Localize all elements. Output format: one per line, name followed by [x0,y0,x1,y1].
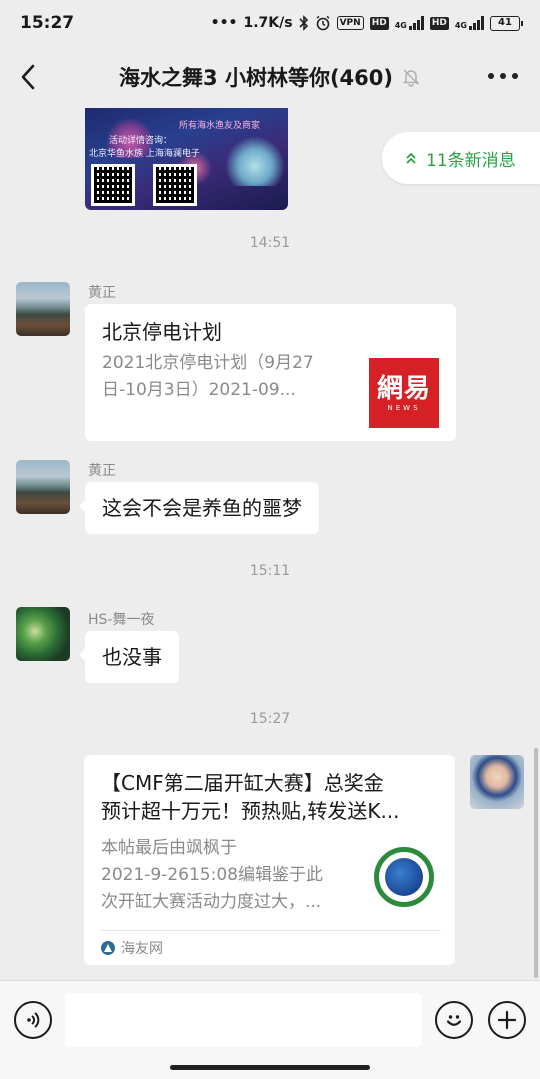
image-caption-mid: 活动详情咨询： [109,136,173,146]
avatar[interactable] [16,460,70,514]
card-source: 海友网 [101,931,163,965]
new-messages-label: 11条新消息 [426,150,516,171]
card-description: 2021北京停电计划（9月27 日-10月3日）2021-09... [102,353,314,400]
haiyou-logo [374,847,434,907]
text-message[interactable]: 也没事 [79,631,179,683]
back-button[interactable] [14,60,44,94]
text-message[interactable]: 这会不会是养鱼的噩梦 [79,482,319,534]
voice-button[interactable] [14,1001,52,1039]
source-label: 海友网 [121,941,163,957]
card-title: 北京停电计划 [102,320,222,344]
scrollbar[interactable] [534,748,538,978]
timestamp: 15:27 [249,711,291,727]
sender-name: 黄正 [88,285,116,301]
image-message[interactable]: 所有海水渔友及商家 活动详情咨询： 北京华鱼水族 上海海澜电子 [85,108,288,210]
avatar[interactable] [16,607,70,661]
emoji-button[interactable] [435,1001,473,1039]
timestamp: 14:51 [249,235,291,251]
status-time: 15:27 [20,13,75,33]
image-caption-left: 北京华鱼水族 上海海澜电子 [89,149,200,159]
qr-code-1 [91,164,135,206]
status-bar: 15:27 ••• 1.7K/s VPN HD 4G HD 4G 41 [0,0,540,46]
sender-name: 黄正 [88,463,116,479]
more-button[interactable] [488,73,518,79]
card-description: 本帖最后由飒枫于 2021-9-2615:08编辑鉴于此 次开缸大赛活动力度过大… [101,838,323,912]
chat-area[interactable]: 所有海水渔友及商家 活动详情咨询： 北京华鱼水族 上海海澜电子 11条新消息 1… [0,108,540,980]
link-card-message[interactable]: 【CMF第二届开缸大赛】总奖金 预计超十万元！预热贴,转发送K... 本帖最后由… [84,755,455,965]
voice-icon [27,1012,40,1028]
bluetooth-icon [299,15,308,31]
signal-icon-1: 4G [395,16,424,30]
mute-bell-icon [402,69,420,87]
my-avatar[interactable] [470,755,524,809]
avatar[interactable] [16,282,70,336]
plus-icon [497,1010,517,1030]
netease-news-logo: 網易 NEWS [369,358,439,428]
chevron-left-icon [21,64,35,90]
card-title: 【CMF第二届开缸大赛】总奖金 预计超十万元！预热贴,转发送K... [101,771,400,823]
network-speed: 1.7K/s [243,15,293,31]
alarm-icon [316,15,330,31]
chat-title: 海水之舞3 小树林等你(460) [60,46,480,108]
double-chevron-up-icon [406,152,416,164]
title-bar: 海水之舞3 小树林等你(460) [0,46,540,108]
home-indicator[interactable] [170,1065,370,1070]
message-input[interactable] [65,993,422,1047]
status-icons: ••• 1.7K/s VPN HD 4G HD 4G 41 [210,15,523,31]
add-button[interactable] [488,1001,526,1039]
new-messages-button[interactable]: 11条新消息 [382,132,540,184]
emoji-icon [446,1015,462,1026]
source-icon [101,941,115,955]
hd-badge-2: HD [429,16,449,30]
image-caption-top: 所有海水渔友及商家 [179,121,261,131]
timestamp: 15:11 [249,563,291,579]
battery-icon: 41 [490,15,523,31]
sender-name: HS-舞一夜 [88,612,155,628]
hd-badge-1: HD [369,16,389,30]
page-title: 海水之舞3 小树林等你(460) [119,66,393,90]
link-card-message[interactable]: 北京停电计划 2021北京停电计划（9月27 日-10月3日）2021-09..… [85,304,456,441]
dots-icon: ••• [210,15,238,31]
vpn-badge: VPN [336,16,364,30]
signal-icon-2: 4G [455,16,484,30]
qr-code-2 [153,164,197,206]
